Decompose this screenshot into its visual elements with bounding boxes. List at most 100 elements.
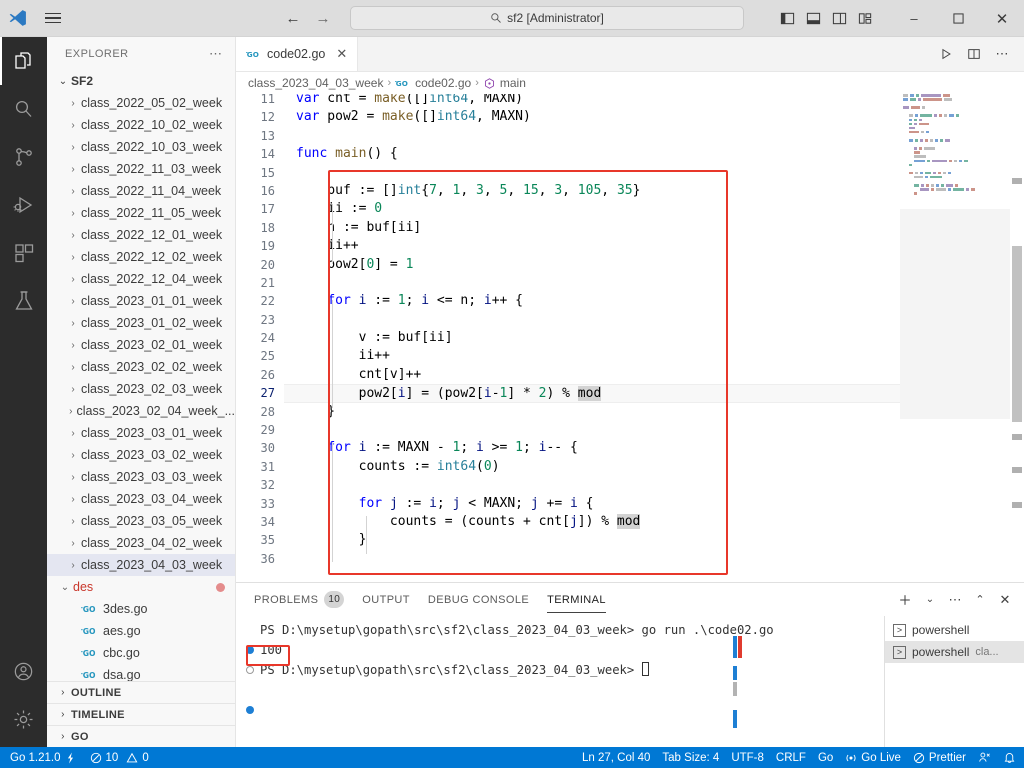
svg-text:GO: GO xyxy=(83,671,96,680)
line-number: 17 xyxy=(260,202,275,217)
status-prettier[interactable]: Prettier xyxy=(913,752,966,764)
chevron-right-icon: › xyxy=(71,493,75,505)
minimap-line xyxy=(900,94,1010,97)
editor-vertical-scrollbar[interactable] xyxy=(1010,94,1024,582)
toggle-primary-sidebar-icon[interactable] xyxy=(776,8,798,30)
tree-folder-row[interactable]: › class_2022_11_03_week xyxy=(47,158,235,180)
tree-folder-row[interactable]: › class_2023_03_03_week xyxy=(47,466,235,488)
tree-folder-row[interactable]: › class_2023_02_02_week xyxy=(47,356,235,378)
status-encoding[interactable]: UTF-8 xyxy=(731,752,764,764)
explorer-more-actions-icon[interactable]: ⋯ xyxy=(209,46,223,62)
tree-folder-row[interactable]: › class_2022_11_04_week xyxy=(47,180,235,202)
close-panel-icon[interactable]: ✕ xyxy=(995,590,1015,610)
sidebar-section-outline[interactable]: › OUTLINE xyxy=(47,681,235,703)
tree-folder-row[interactable]: › class_2023_01_02_week xyxy=(47,312,235,334)
go-forward-icon[interactable]: → xyxy=(312,7,334,29)
tree-file-row[interactable]: GO dsa.go xyxy=(47,664,235,681)
breadcrumb-item-file[interactable]: GO code02.go xyxy=(395,76,471,90)
close-icon[interactable]: ✕ xyxy=(336,46,347,62)
lightning-icon xyxy=(65,752,76,764)
status-notifications-icon[interactable] xyxy=(1003,751,1016,764)
line-number: 11 xyxy=(260,94,275,106)
tree-folder-row[interactable]: › class_2023_03_04_week xyxy=(47,488,235,510)
scrollbar-thumb[interactable] xyxy=(1012,246,1022,422)
tree-folder-row[interactable]: › class_2022_10_02_week xyxy=(47,114,235,136)
status-cursor-position[interactable]: Ln 27, Col 40 xyxy=(582,752,650,764)
app-menu-button[interactable] xyxy=(36,0,70,37)
command-center-search[interactable]: sf2 [Administrator] xyxy=(350,6,744,30)
run-debug-icon xyxy=(12,193,36,217)
tree-file-row[interactable]: GO cbc.go xyxy=(47,642,235,664)
close-window-button[interactable]: ✕ xyxy=(980,0,1024,37)
new-terminal-icon[interactable] xyxy=(895,590,915,610)
tab-debug-console[interactable]: DEBUG CONSOLE xyxy=(419,583,538,616)
terminal-instance-2[interactable]: > powershell cla... xyxy=(885,641,1024,663)
tree-folder-row[interactable]: › class_2022_12_04_week xyxy=(47,268,235,290)
more-actions-icon[interactable]: ⋯ xyxy=(990,42,1014,66)
tree-folder-row[interactable]: › class_2022_12_02_week xyxy=(47,246,235,268)
line-number: 15 xyxy=(260,165,275,180)
toggle-secondary-sidebar-icon[interactable] xyxy=(828,8,850,30)
sidebar-section-go[interactable]: › GO xyxy=(47,725,235,747)
breadcrumb-item-symbol[interactable]: main xyxy=(483,76,526,90)
tree-folder-row[interactable]: › class_2023_04_03_week xyxy=(47,554,235,576)
terminal-output-area[interactable]: PS D:\mysetup\gopath\src\sf2\class_2023_… xyxy=(236,616,884,747)
chevron-down-icon[interactable]: ⌄ xyxy=(920,590,940,610)
sidebar-item-testing[interactable] xyxy=(0,277,47,325)
svg-text:GO: GO xyxy=(396,79,408,88)
run-code-icon[interactable] xyxy=(934,42,958,66)
tree-file-row[interactable]: GO 3des.go xyxy=(47,598,235,620)
tab-code02-go[interactable]: GO code02.go ✕ xyxy=(236,37,359,71)
maximize-panel-icon[interactable]: ⌃ xyxy=(970,590,990,610)
sidebar-item-source-control[interactable] xyxy=(0,133,47,181)
tree-folder-row[interactable]: › class_2022_11_05_week xyxy=(47,202,235,224)
warning-icon xyxy=(126,752,138,764)
tab-output[interactable]: OUTPUT xyxy=(353,583,419,616)
tree-folder-row[interactable]: › class_2022_05_02_week xyxy=(47,92,235,114)
status-tab-size[interactable]: Tab Size: 4 xyxy=(662,752,719,764)
go-back-icon[interactable]: ← xyxy=(282,7,304,29)
tree-folder-row[interactable]: › class_2023_01_01_week xyxy=(47,290,235,312)
status-eol[interactable]: CRLF xyxy=(776,752,806,764)
maximize-button[interactable] xyxy=(936,0,980,37)
panel-more-actions-icon[interactable]: ⋯ xyxy=(945,590,965,610)
sidebar-item-explorer[interactable] xyxy=(0,37,47,85)
error-icon xyxy=(90,752,102,764)
minimap[interactable] xyxy=(900,94,1010,582)
tree-folder-row-des[interactable]: ⌄ des xyxy=(47,576,235,598)
error-count: 10 xyxy=(105,751,119,764)
tree-folder-row[interactable]: › class_2023_03_05_week xyxy=(47,510,235,532)
sidebar-item-run-and-debug[interactable] xyxy=(0,181,47,229)
status-go-version[interactable]: Go 1.21.0 xyxy=(10,752,76,764)
tree-folder-row[interactable]: › class_2022_12_01_week xyxy=(47,224,235,246)
status-feedback-icon[interactable] xyxy=(978,751,991,764)
code-editor[interactable]: 11 12 13 14 15 16 17 18 19 20 21 22 23 24 25 26 27 28 29 30… xyxy=(236,94,1024,582)
tab-problems[interactable]: PROBLEMS 10 xyxy=(245,583,353,616)
tree-folder-row[interactable]: › class_2023_02_03_week xyxy=(47,378,235,400)
status-go-live[interactable]: Go Live xyxy=(845,752,901,764)
terminal-instance-1[interactable]: > powershell xyxy=(885,619,1024,641)
tree-folder-row[interactable]: › class_2022_10_03_week xyxy=(47,136,235,158)
breadcrumb-item-folder[interactable]: class_2023_04_03_week xyxy=(248,76,383,90)
tab-terminal[interactable]: TERMINAL xyxy=(538,583,615,616)
prettier-label: Prettier xyxy=(928,751,966,764)
sidebar-section-timeline[interactable]: › TIMELINE xyxy=(47,703,235,725)
tree-folder-row[interactable]: › class_2023_03_01_week xyxy=(47,422,235,444)
minimize-button[interactable]: – xyxy=(892,0,936,37)
customize-layout-icon[interactable] xyxy=(854,8,876,30)
status-language-mode[interactable]: Go xyxy=(818,752,833,764)
toggle-panel-icon[interactable] xyxy=(802,8,824,30)
tree-folder-row[interactable]: › class_2023_04_02_week xyxy=(47,532,235,554)
sidebar-item-extensions[interactable] xyxy=(0,229,47,277)
status-problems[interactable]: 10 0 xyxy=(90,752,149,764)
tree-folder-row[interactable]: › class_2023_02_01_week xyxy=(47,334,235,356)
split-editor-icon[interactable] xyxy=(962,42,986,66)
tree-file-row[interactable]: GO aes.go xyxy=(47,620,235,642)
tree-folder-row[interactable]: › class_2023_02_04_week_... xyxy=(47,400,235,422)
tree-folder-row[interactable]: › class_2023_03_02_week xyxy=(47,444,235,466)
sidebar-item-search[interactable] xyxy=(0,85,47,133)
manage-settings-button[interactable] xyxy=(0,695,47,743)
accounts-button[interactable] xyxy=(0,647,47,695)
minimap-slider[interactable] xyxy=(900,209,1010,419)
workspace-root-row[interactable]: ⌄ SF2 xyxy=(47,70,235,92)
